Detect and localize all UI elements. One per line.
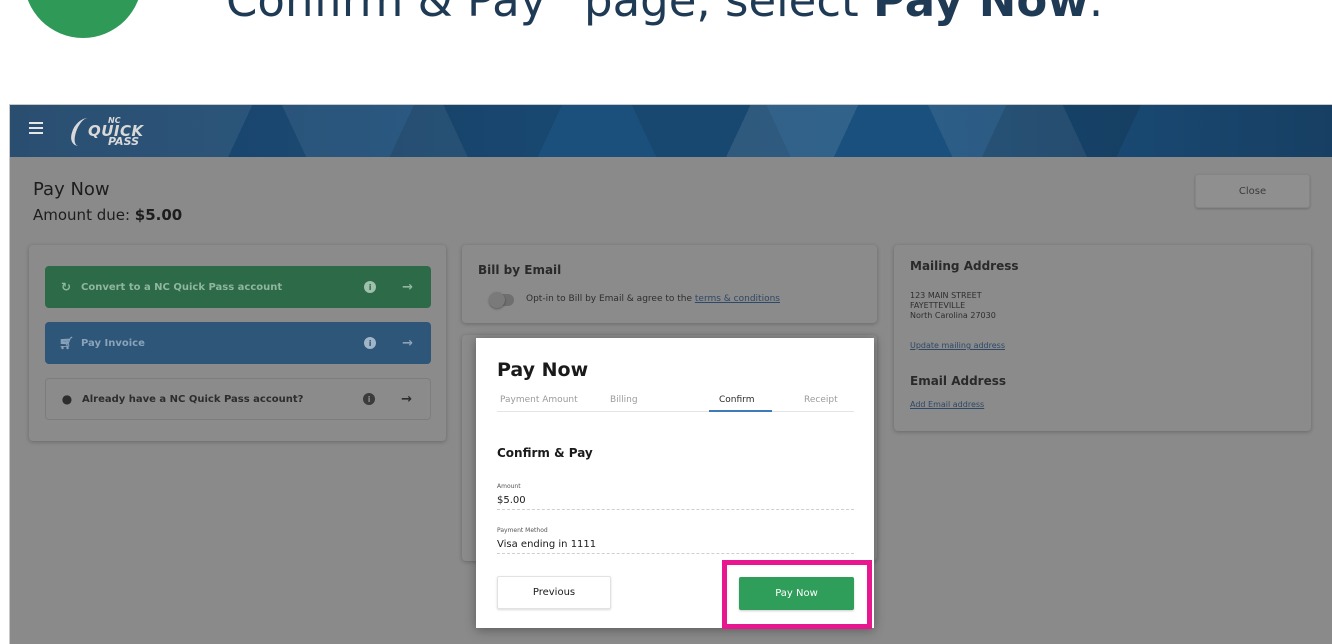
arrow-right-icon: → [402,335,413,351]
step-tabs: Payment Amount Billing Confirm Receipt [497,391,854,412]
pay-now-button[interactable]: Pay Now [739,577,854,610]
previous-button[interactable]: Previous [497,576,611,609]
update-mailing-address-link[interactable]: Update mailing address [910,341,1005,350]
instruction-bold: Pay Now [873,0,1089,27]
convert-account-button[interactable]: ↻ Convert to a NC Quick Pass account i → [45,266,431,308]
amount-value: $5.00 [497,495,854,510]
step-confirm[interactable]: Confirm [719,395,754,405]
mailing-address-card: Mailing Address 123 MAIN STREET FAYETTEV… [894,245,1311,431]
amount-due: Amount due: $5.00 [33,206,183,224]
confirm-pay-title: Confirm & Pay [497,446,593,460]
payment-method-label: Payment Method [497,527,548,534]
step-receipt[interactable]: Receipt [804,395,838,405]
existing-account-button[interactable]: ● Already have a NC Quick Pass account? … [45,378,431,420]
info-icon[interactable]: i [364,337,377,349]
hamburger-menu-icon[interactable] [29,122,43,134]
bill-by-email-card: Bill by Email Opt-in to Bill by Email & … [462,245,877,323]
app-screenshot: NC QUICK PASS Pay Now Amount due: $5.00 … [9,104,1332,644]
nc-quick-pass-logo[interactable]: NC QUICK PASS [67,114,178,148]
add-email-address-link[interactable]: Add Email address [910,400,984,409]
info-icon[interactable]: i [364,281,377,293]
arrow-right-icon: → [401,391,412,407]
mailing-address-title: Mailing Address [910,259,1019,273]
amount-label: Amount [497,483,521,490]
payment-method-value: Visa ending in 1111 [497,539,854,554]
bill-by-email-toggle[interactable] [489,292,514,308]
page-title: Pay Now [33,179,110,200]
terms-link[interactable]: terms & conditions [695,294,780,304]
step-number-circle [24,0,142,38]
pay-invoice-button[interactable]: 🛒︎ Pay Invoice i → [45,322,431,364]
user-icon: ● [61,392,73,406]
modal-title: Pay Now [497,359,589,381]
email-address-title: Email Address [910,374,1007,388]
app-header: NC QUICK PASS [10,105,1332,157]
active-step-underline [709,410,772,412]
step-billing[interactable]: Billing [610,395,638,405]
bill-by-email-title: Bill by Email [478,263,562,277]
refresh-icon: ↻ [60,280,72,294]
optin-text: Opt-in to Bill by Email & agree to the t… [526,294,780,304]
step-payment-amount[interactable]: Payment Amount [500,395,578,405]
instruction-text: Confirm & Pay” page, select Pay Now. [226,0,1103,23]
close-button[interactable]: Close [1195,174,1310,208]
cart-icon: 🛒︎ [59,336,75,350]
arrow-right-icon: → [402,279,413,295]
mailing-address-lines: 123 MAIN STREET FAYETTEVILLE North Carol… [910,291,996,320]
actions-card: ↻ Convert to a NC Quick Pass account i →… [29,245,446,441]
info-icon[interactable]: i [363,393,376,405]
